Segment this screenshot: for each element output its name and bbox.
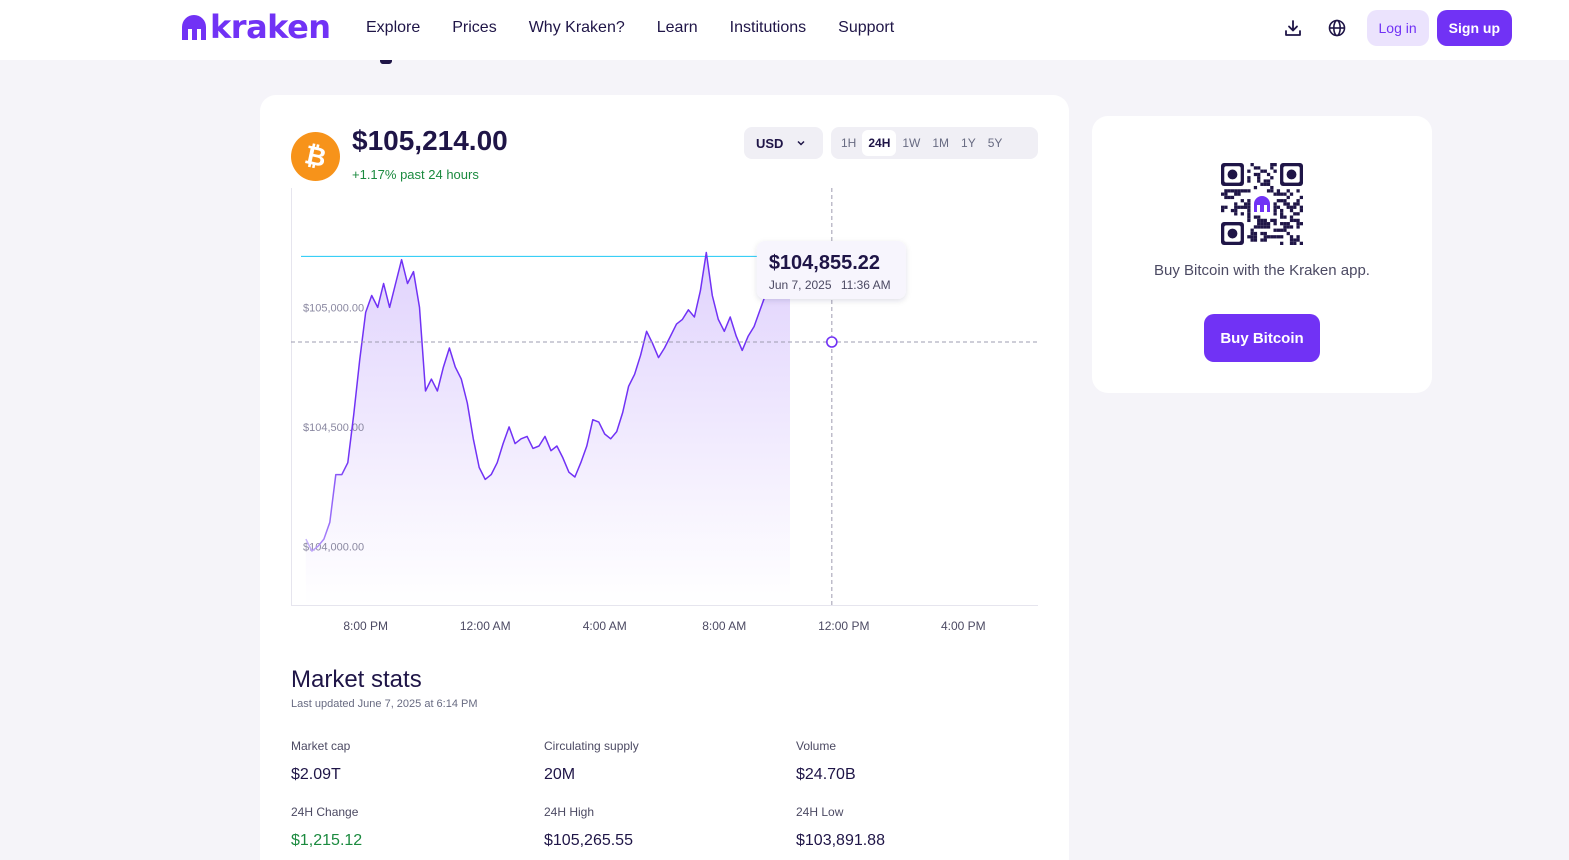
time-range-selector: 1H 24H 1W 1M 1Y 5Y bbox=[831, 127, 1038, 159]
login-button[interactable]: Log in bbox=[1366, 10, 1429, 46]
range-1h[interactable]: 1H bbox=[835, 130, 862, 156]
current-price: $105,214.00 bbox=[352, 125, 508, 156]
stat-label: 24H Low bbox=[796, 805, 844, 819]
nav-learn[interactable]: Learn bbox=[657, 18, 698, 38]
nav-why-kraken[interactable]: Why Kraken? bbox=[529, 18, 625, 38]
range-1w[interactable]: 1W bbox=[896, 130, 926, 156]
stat-value: $2.09T bbox=[291, 766, 341, 783]
price-chart[interactable]: $105,000.00$104,500.00$104,000.008:00 PM… bbox=[291, 188, 1038, 644]
stat-label: Market cap bbox=[291, 739, 351, 753]
x-tick-label: 12:00 PM bbox=[818, 619, 869, 633]
globe-icon[interactable] bbox=[1319, 10, 1355, 46]
stat-label: Circulating supply bbox=[544, 739, 639, 753]
stat-label: 24H Change bbox=[291, 805, 359, 819]
market-stats-title: Market stats bbox=[291, 666, 422, 693]
currency-value: USD bbox=[756, 135, 784, 151]
nav-links: Explore Prices Why Kraken? Learn Institu… bbox=[366, 18, 894, 38]
x-tick-label: 8:00 AM bbox=[702, 619, 746, 633]
nav-explore[interactable]: Explore bbox=[366, 18, 420, 38]
stat-value: $103,891.88 bbox=[796, 832, 885, 849]
top-nav: kraken Explore Prices Why Kraken? Learn … bbox=[0, 0, 1569, 60]
kraken-logo-icon bbox=[182, 15, 206, 40]
stat-circulating-supply: Circulating supply 20M bbox=[544, 739, 784, 784]
stat-value: 20M bbox=[544, 766, 576, 783]
app-promo-text: Buy Bitcoin with the Kraken app. bbox=[1154, 262, 1370, 279]
nav-prices[interactable]: Prices bbox=[452, 18, 496, 38]
nav-actions: Log in Sign up bbox=[1275, 10, 1512, 46]
range-24h[interactable]: 24H bbox=[862, 130, 897, 156]
stat-24h-low: 24H Low $103,891.88 bbox=[796, 805, 1036, 850]
bitcoin-icon: ₿ bbox=[291, 132, 340, 181]
stat-label: Volume bbox=[796, 739, 837, 753]
x-tick-label: 12:00 AM bbox=[460, 619, 511, 633]
stat-value: $105,265.55 bbox=[544, 832, 633, 849]
tooltip-date: Jun 7, 2025 bbox=[769, 278, 832, 292]
x-tick-label: 8:00 PM bbox=[343, 619, 388, 633]
y-tick-label: $104,500.00 bbox=[303, 422, 364, 434]
market-stats-updated: Last updated June 7, 2025 at 6:14 PM bbox=[291, 698, 478, 710]
x-tick-label: 4:00 PM bbox=[941, 619, 986, 633]
kraken-logo[interactable]: kraken bbox=[180, 8, 331, 46]
stat-market-cap: Market cap $2.09T bbox=[291, 739, 531, 784]
buy-bitcoin-button[interactable]: Buy Bitcoin bbox=[1204, 314, 1320, 362]
range-1y[interactable]: 1Y bbox=[955, 130, 982, 156]
hover-point bbox=[826, 336, 838, 348]
range-1m[interactable]: 1M bbox=[926, 130, 955, 156]
stat-value: $1,215.12 bbox=[291, 832, 363, 849]
price-change: +1.17% past 24 hours bbox=[352, 167, 479, 182]
tooltip-time: 11:36 AM bbox=[841, 278, 891, 292]
stat-24h-high: 24H High $105,265.55 bbox=[544, 805, 784, 850]
nav-institutions[interactable]: Institutions bbox=[730, 18, 806, 38]
price-card: ₿ $105,214.00 +1.17% past 24 hours USD 1… bbox=[260, 95, 1069, 860]
nav-support[interactable]: Support bbox=[838, 18, 894, 38]
stat-label: 24H High bbox=[544, 805, 595, 819]
stat-24h-change: 24H Change $1,215.12 bbox=[291, 805, 531, 850]
signup-button[interactable]: Sign up bbox=[1436, 10, 1512, 46]
tooltip-value: $104,855.22 bbox=[769, 252, 880, 274]
app-promo-card: Buy Bitcoin with the Kraken app. Buy Bit… bbox=[1092, 116, 1432, 393]
range-5y[interactable]: 5Y bbox=[982, 130, 1009, 156]
stat-volume: Volume $24.70B bbox=[796, 739, 1036, 784]
currency-select[interactable]: USD bbox=[744, 127, 823, 159]
x-tick-label: 4:00 AM bbox=[583, 619, 627, 633]
qr-code-icon bbox=[1221, 163, 1303, 245]
logo-text: kraken bbox=[210, 8, 331, 46]
chevron-down-icon bbox=[797, 140, 805, 146]
stat-value: $24.70B bbox=[796, 766, 856, 783]
download-icon[interactable] bbox=[1275, 10, 1311, 46]
y-tick-label: $105,000.00 bbox=[303, 302, 364, 314]
